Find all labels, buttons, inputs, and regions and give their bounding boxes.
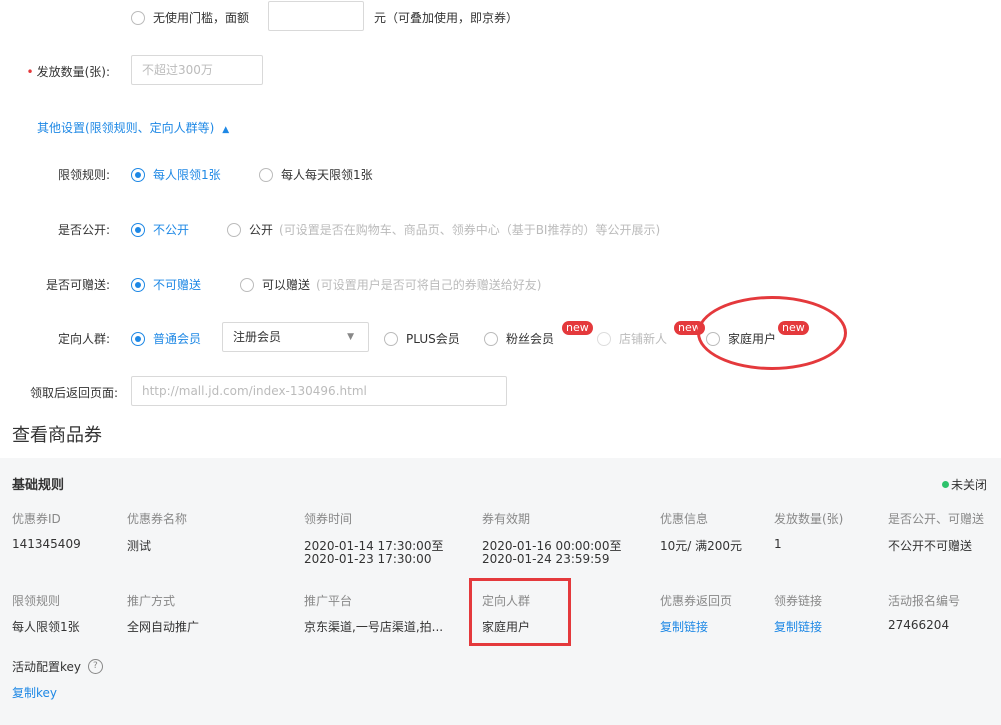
public-option-yes[interactable]: 公开 (可设置是否在购物车、商品页、领券中心（基于BI推荐的）等公开展示) bbox=[227, 221, 660, 238]
val-promo-method: 全网自动推广 bbox=[127, 620, 200, 634]
highlight-circle bbox=[697, 296, 847, 370]
val-quantity: 1 bbox=[774, 537, 782, 551]
gift-label: 是否可赠送: bbox=[45, 278, 110, 292]
val-platform: 京东渠道,一号店渠道,拍... bbox=[304, 620, 444, 634]
panel-title: 基础规则 bbox=[12, 478, 65, 493]
config-key-row: 活动配置key ? bbox=[12, 658, 103, 675]
target-option-member-label: 普通会员 bbox=[153, 332, 202, 346]
radio-icon bbox=[227, 222, 241, 237]
basic-rules-panel: 基础规则 未关闭 优惠券ID 优惠券名称 领券时间 券有效期 优惠信息 发放数量… bbox=[0, 458, 1001, 725]
gift-option-yes-label: 可以赠送 bbox=[262, 278, 311, 292]
status-text: 未关闭 bbox=[951, 478, 988, 492]
target-option-store-new[interactable]: 店铺新人 bbox=[597, 330, 667, 347]
hdr-coupon-link: 领券链接 bbox=[774, 594, 823, 608]
status-dot-icon bbox=[942, 481, 949, 488]
val-activity-no: 27466204 bbox=[888, 618, 950, 632]
target-label: 定向人群: bbox=[57, 332, 110, 346]
radio-checked-icon bbox=[131, 222, 145, 237]
member-level-value: 注册会员 bbox=[233, 330, 282, 344]
hdr-public-gift: 是否公开、可赠送 bbox=[888, 512, 985, 526]
caret-down-icon: ▼ bbox=[347, 332, 354, 342]
limit-option-2-label: 每人每天限领1张 bbox=[281, 168, 373, 182]
return-page-label: 领取后返回页面: bbox=[29, 386, 118, 400]
gift-option-yes[interactable]: 可以赠送 (可设置用户是否可将自己的券赠送给好友) bbox=[240, 276, 541, 293]
issue-label: • 发放数量(张): bbox=[26, 65, 111, 79]
view-coupon-title: 查看商品券 bbox=[12, 425, 102, 446]
limit-option-1-label: 每人限领1张 bbox=[153, 168, 221, 182]
threshold-option[interactable]: 无使用门槛，面额 bbox=[131, 9, 249, 26]
val-coupon-name: 测试 bbox=[127, 539, 152, 553]
val-discount: 10元/ 满200元 bbox=[660, 539, 743, 553]
limit-option-2[interactable]: 每人每天限领1张 bbox=[259, 166, 373, 183]
public-hint: (可设置是否在购物车、商品页、领券中心（基于BI推荐的）等公开展示) bbox=[279, 223, 661, 237]
help-icon[interactable]: ? bbox=[87, 659, 103, 674]
hdr-return-page: 优惠券返回页 bbox=[660, 594, 733, 608]
hdr-valid-period: 券有效期 bbox=[482, 512, 531, 526]
threshold-unit: 元（可叠加使用，即京券） bbox=[374, 11, 519, 25]
radio-icon bbox=[240, 277, 254, 292]
target-option-plus[interactable]: PLUS会员 bbox=[384, 330, 460, 347]
return-page-input[interactable]: http://mall.jd.com/index-130496.html bbox=[131, 376, 507, 406]
gift-hint: (可设置用户是否可将自己的券赠送给好友) bbox=[316, 278, 542, 292]
target-option-member[interactable]: 普通会员 bbox=[131, 330, 201, 347]
radio-icon bbox=[259, 167, 273, 182]
target-option-plus-label: PLUS会员 bbox=[406, 332, 460, 346]
copy-return-link[interactable]: 复制链接 bbox=[660, 618, 708, 635]
public-option-yes-label: 公开 bbox=[249, 223, 274, 237]
gift-option-no-label: 不可赠送 bbox=[153, 278, 202, 292]
public-option-no-label: 不公开 bbox=[153, 223, 190, 237]
limit-option-1[interactable]: 每人限领1张 bbox=[131, 166, 221, 183]
radio-icon bbox=[597, 331, 611, 346]
issue-quantity-input[interactable]: 不超过300万 bbox=[131, 55, 263, 85]
radio-checked-icon bbox=[131, 167, 145, 182]
highlight-box bbox=[469, 578, 571, 646]
threshold-radio[interactable] bbox=[131, 10, 145, 25]
hdr-quantity: 发放数量(张) bbox=[774, 512, 844, 526]
val-get-time-end: 2020-01-23 17:30:00 bbox=[304, 552, 432, 566]
new-badge-fans: new bbox=[562, 321, 593, 335]
radio-checked-icon bbox=[131, 277, 145, 292]
gift-option-no[interactable]: 不可赠送 bbox=[131, 276, 201, 293]
other-settings-label: 其他设置(限领规则、定向人群等) bbox=[37, 121, 215, 135]
hdr-get-time: 领券时间 bbox=[304, 512, 353, 526]
val-limit-rule: 每人限领1张 bbox=[12, 620, 80, 634]
hdr-activity-no: 活动报名编号 bbox=[888, 594, 961, 608]
other-settings-toggle[interactable]: 其他设置(限领规则、定向人群等) ▲ bbox=[37, 119, 229, 136]
val-coupon-id: 141345409 bbox=[12, 537, 81, 551]
val-valid-end: 2020-01-24 23:59:59 bbox=[482, 552, 610, 566]
target-option-fans[interactable]: 粉丝会员 bbox=[484, 330, 554, 347]
caret-up-icon: ▲ bbox=[222, 125, 230, 135]
hdr-promo-method: 推广方式 bbox=[127, 594, 176, 608]
hdr-coupon-id: 优惠券ID bbox=[12, 512, 61, 526]
status-badge: 未关闭 bbox=[942, 476, 987, 493]
copy-key-link[interactable]: 复制key bbox=[12, 684, 57, 701]
radio-checked-icon bbox=[131, 331, 145, 346]
public-option-no[interactable]: 不公开 bbox=[131, 221, 189, 238]
target-option-store-new-label: 店铺新人 bbox=[619, 332, 668, 346]
target-option-fans-label: 粉丝会员 bbox=[506, 332, 555, 346]
hdr-limit-rule: 限领规则 bbox=[12, 594, 61, 608]
threshold-option-label: 无使用门槛，面额 bbox=[153, 11, 250, 25]
radio-icon bbox=[384, 331, 398, 346]
hdr-discount: 优惠信息 bbox=[660, 512, 709, 526]
limit-rule-label: 限领规则: bbox=[57, 168, 110, 182]
member-level-select[interactable]: 注册会员 ▼ bbox=[222, 322, 369, 352]
hdr-platform: 推广平台 bbox=[304, 594, 353, 608]
radio-icon bbox=[484, 331, 498, 346]
copy-coupon-link[interactable]: 复制链接 bbox=[774, 618, 822, 635]
config-key-label: 活动配置key bbox=[12, 660, 82, 674]
hdr-coupon-name: 优惠券名称 bbox=[127, 512, 188, 526]
val-public-gift: 不公开不可赠送 bbox=[888, 539, 973, 553]
public-label: 是否公开: bbox=[57, 223, 110, 237]
amount-input[interactable] bbox=[268, 1, 364, 31]
